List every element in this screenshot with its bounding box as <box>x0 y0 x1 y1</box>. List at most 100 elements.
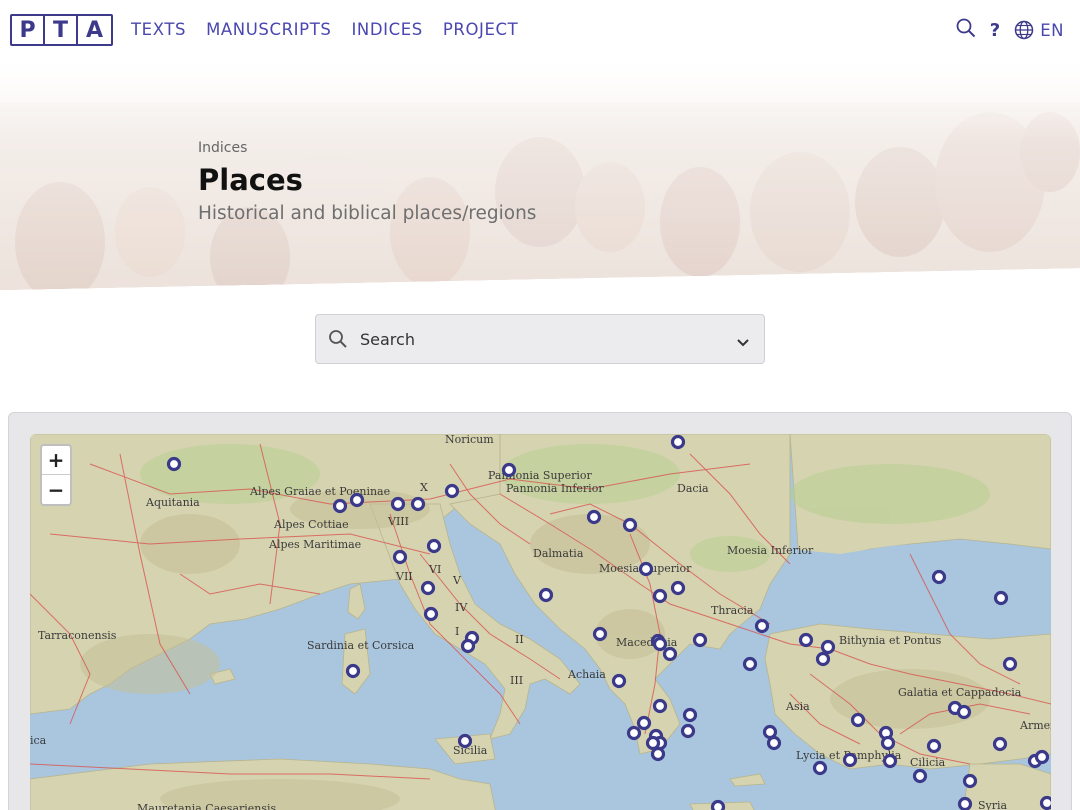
map-label: Thracia <box>711 604 754 617</box>
map-label: Asia <box>785 700 810 713</box>
language-switcher[interactable]: EN <box>1014 20 1064 40</box>
page-header: Indices Places Historical and biblical p… <box>0 62 1080 292</box>
place-marker[interactable] <box>501 462 517 478</box>
nav-link-project[interactable]: PROJECT <box>443 20 519 39</box>
place-marker[interactable] <box>650 746 666 762</box>
place-marker[interactable] <box>882 753 898 769</box>
place-marker[interactable] <box>1039 795 1052 810</box>
place-marker[interactable] <box>166 456 182 472</box>
place-marker[interactable] <box>444 483 460 499</box>
place-marker[interactable] <box>754 618 770 634</box>
place-marker[interactable] <box>670 580 686 596</box>
map-label: III <box>510 674 523 687</box>
map-canvas[interactable]: Noricum Pannonia Superior Pannonia Infer… <box>30 434 1051 810</box>
map-label: VII <box>395 570 413 583</box>
search-icon[interactable] <box>956 18 976 42</box>
place-marker[interactable] <box>457 733 473 749</box>
place-marker[interactable] <box>962 773 978 789</box>
place-marker[interactable] <box>586 509 602 525</box>
place-marker[interactable] <box>662 646 678 662</box>
place-marker[interactable] <box>850 712 866 728</box>
zoom-out-button[interactable]: − <box>42 475 70 504</box>
place-marker[interactable] <box>460 638 476 654</box>
map-label: Noricum <box>445 434 494 446</box>
logo-letter-p: P <box>12 16 45 44</box>
map-label: Alpes Cottiae <box>273 518 349 531</box>
map-label: I <box>455 625 459 638</box>
breadcrumb[interactable]: Indices <box>198 140 247 156</box>
places-search-select[interactable]: Search <box>315 314 765 364</box>
map-label: VI <box>428 563 441 576</box>
map-container: Noricum Pannonia Superior Pannonia Infer… <box>8 412 1072 810</box>
map-label: Moesia Inferior <box>727 544 814 557</box>
main-nav: TEXTS MANUSCRIPTS INDICES PROJECT <box>131 20 518 39</box>
map-label: Armenia <box>1019 719 1051 732</box>
place-marker[interactable] <box>912 768 928 784</box>
map-label: Bithynia et Pontus <box>839 634 942 647</box>
place-marker[interactable] <box>798 632 814 648</box>
place-marker[interactable] <box>710 799 726 810</box>
language-label: EN <box>1040 20 1064 40</box>
place-marker[interactable] <box>670 434 686 450</box>
place-marker[interactable] <box>766 735 782 751</box>
help-icon[interactable]: ? <box>990 20 1000 41</box>
place-marker[interactable] <box>992 736 1008 752</box>
place-marker[interactable] <box>332 498 348 514</box>
place-marker[interactable] <box>349 492 365 508</box>
zoom-in-button[interactable]: + <box>42 446 70 475</box>
place-marker[interactable] <box>638 561 654 577</box>
map-label: V <box>452 574 462 587</box>
nav-tools: ? EN <box>956 18 1064 42</box>
place-marker[interactable] <box>742 656 758 672</box>
place-marker[interactable] <box>820 639 836 655</box>
place-marker[interactable] <box>426 538 442 554</box>
place-marker[interactable] <box>652 698 668 714</box>
map-label: Dalmatia <box>533 547 584 560</box>
place-marker[interactable] <box>392 549 408 565</box>
nav-link-indices[interactable]: INDICES <box>351 20 422 39</box>
place-marker[interactable] <box>762 724 778 740</box>
place-marker[interactable] <box>880 735 896 751</box>
map-label: ica <box>30 734 47 747</box>
place-marker[interactable] <box>410 496 426 512</box>
place-marker[interactable] <box>345 663 361 679</box>
place-marker[interactable] <box>1034 749 1050 765</box>
place-marker[interactable] <box>957 796 973 810</box>
nav-link-manuscripts[interactable]: MANUSCRIPTS <box>206 20 331 39</box>
place-marker[interactable] <box>993 590 1009 606</box>
place-marker[interactable] <box>592 626 608 642</box>
place-marker[interactable] <box>652 636 668 652</box>
pta-logo[interactable]: P T A <box>10 14 113 46</box>
place-marker[interactable] <box>538 587 554 603</box>
nav-link-texts[interactable]: TEXTS <box>131 20 186 39</box>
place-marker[interactable] <box>956 704 972 720</box>
place-marker[interactable] <box>420 580 436 596</box>
place-marker[interactable] <box>611 673 627 689</box>
place-marker[interactable] <box>812 760 828 776</box>
place-marker[interactable] <box>1002 656 1018 672</box>
place-marker[interactable] <box>682 707 698 723</box>
place-marker[interactable] <box>390 496 406 512</box>
place-marker[interactable] <box>931 569 947 585</box>
map-label: Dacia <box>677 482 709 495</box>
place-marker[interactable] <box>626 725 642 741</box>
place-marker[interactable] <box>652 588 668 604</box>
place-marker[interactable] <box>636 715 652 731</box>
map-label: Sardinia et Corsica <box>307 639 415 652</box>
place-marker[interactable] <box>692 632 708 648</box>
zoom-control: + − <box>40 444 72 506</box>
place-marker[interactable] <box>622 517 638 533</box>
search-placeholder: Search <box>360 330 415 349</box>
places-map[interactable]: Noricum Pannonia Superior Pannonia Infer… <box>30 434 1051 810</box>
place-marker[interactable] <box>645 735 661 751</box>
place-marker[interactable] <box>680 723 696 739</box>
place-marker[interactable] <box>423 606 439 622</box>
place-marker[interactable] <box>842 752 858 768</box>
place-marker[interactable] <box>926 738 942 754</box>
map-label: Macedonia <box>616 636 678 649</box>
header-fresco-image <box>0 62 1080 290</box>
map-label: Aquitania <box>145 496 200 509</box>
map-label: Alpes Maritimae <box>268 538 361 551</box>
place-marker[interactable] <box>815 651 831 667</box>
chevron-down-icon[interactable] <box>736 333 750 352</box>
